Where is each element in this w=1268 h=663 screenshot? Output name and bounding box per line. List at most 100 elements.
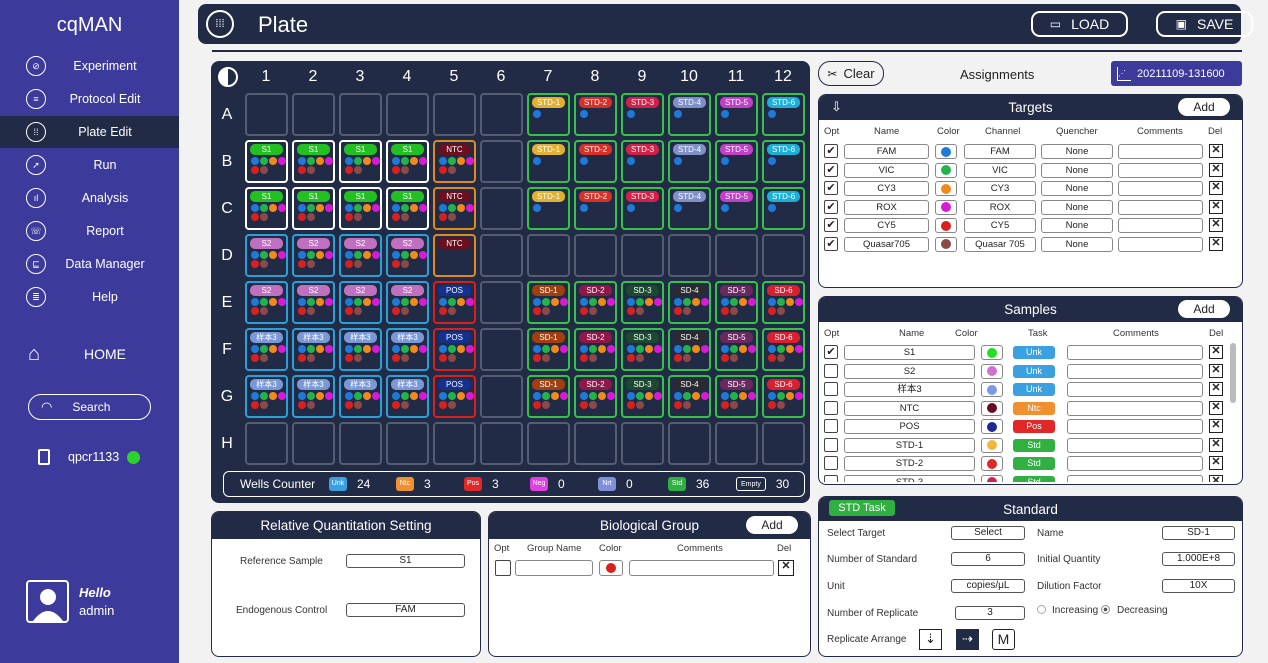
targets-add-button[interactable]: Add <box>1178 98 1230 116</box>
target-comments-field[interactable] <box>1118 199 1203 215</box>
well-F10[interactable]: SD-4 <box>668 328 711 371</box>
target-delete-icon[interactable]: ✕ <box>1209 218 1223 232</box>
sample-delete-icon[interactable]: ✕ <box>1209 363 1223 378</box>
row-header[interactable]: C <box>217 200 237 218</box>
well-G6[interactable] <box>480 375 523 418</box>
well-F8[interactable]: SD-2 <box>574 328 617 371</box>
well-H6[interactable] <box>480 422 523 465</box>
clear-button[interactable]: ✂ Clear <box>818 61 884 86</box>
well-E5[interactable]: POS <box>433 281 476 324</box>
sample-opt-checkbox[interactable] <box>824 400 838 415</box>
load-button[interactable]: ▭ LOAD <box>1031 11 1128 37</box>
sidebar-item-data-manager[interactable]: ⊑ Data Manager <box>0 248 179 280</box>
sample-comments-field[interactable] <box>1067 363 1203 379</box>
sample-comments-field[interactable] <box>1067 437 1203 453</box>
sample-opt-checkbox[interactable]: ✔ <box>824 345 838 359</box>
column-header[interactable]: 8 <box>572 68 618 86</box>
well-G9[interactable]: SD-3 <box>621 375 664 418</box>
target-opt-checkbox[interactable]: ✔ <box>824 199 838 214</box>
well-E7[interactable]: SD-1 <box>527 281 570 324</box>
std-task-tab[interactable]: STD Task <box>829 500 895 516</box>
well-H1[interactable] <box>245 422 288 465</box>
well-E8[interactable]: SD-2 <box>574 281 617 324</box>
user-profile[interactable]: Hello admin <box>26 580 114 623</box>
target-opt-checkbox[interactable]: ✔ <box>824 144 838 158</box>
sample-task-badge[interactable]: Pos <box>1013 420 1055 433</box>
well-C3[interactable]: S1 <box>339 187 382 230</box>
bio-opt-checkbox[interactable] <box>495 560 511 576</box>
sample-opt-checkbox[interactable] <box>824 456 838 470</box>
well-D6[interactable] <box>480 234 523 277</box>
well-F7[interactable]: SD-1 <box>527 328 570 371</box>
row-header[interactable]: F <box>217 341 237 359</box>
target-channel-field[interactable]: Quasar 705 <box>964 236 1036 252</box>
well-B2[interactable]: S1 <box>292 140 335 183</box>
home-button[interactable]: ⌂ HOME <box>0 343 179 367</box>
well-C4[interactable]: S1 <box>386 187 429 230</box>
samples-scrollbar[interactable] <box>1230 343 1236 403</box>
well-G2[interactable]: 样本3 <box>292 375 335 418</box>
row-header[interactable]: E <box>217 294 237 312</box>
column-header[interactable]: 4 <box>384 68 430 86</box>
sample-opt-checkbox[interactable] <box>824 419 838 433</box>
std-name-field[interactable]: SD-1 <box>1162 526 1235 540</box>
sample-name-field[interactable]: STD-1 <box>844 437 975 453</box>
well-B11[interactable]: STD-5 <box>715 140 758 183</box>
well-H8[interactable] <box>574 422 617 465</box>
sample-name-field[interactable]: 样本3 <box>844 382 975 397</box>
column-header[interactable]: 1 <box>243 68 289 86</box>
unit-field[interactable]: copies/μL <box>951 579 1025 593</box>
target-color-swatch[interactable] <box>935 181 957 196</box>
target-delete-icon[interactable]: ✕ <box>1209 199 1223 214</box>
well-F5[interactable]: POS <box>433 328 476 371</box>
well-G7[interactable]: SD-1 <box>527 375 570 418</box>
sample-color-swatch[interactable] <box>981 345 1003 360</box>
sample-delete-icon[interactable]: ✕ <box>1209 419 1223 433</box>
well-G1[interactable]: 样本3 <box>245 375 288 418</box>
row-header[interactable]: A <box>217 106 237 124</box>
well-H9[interactable] <box>621 422 664 465</box>
well-H4[interactable] <box>386 422 429 465</box>
target-opt-checkbox[interactable]: ✔ <box>824 162 838 177</box>
well-B4[interactable]: S1 <box>386 140 429 183</box>
arrange-m-button[interactable]: M <box>992 629 1015 650</box>
sample-delete-icon[interactable]: ✕ <box>1209 400 1223 415</box>
sample-delete-icon[interactable]: ✕ <box>1209 437 1223 452</box>
sample-task-badge[interactable]: Unk <box>1013 364 1055 378</box>
sample-comments-field[interactable] <box>1067 474 1203 482</box>
target-quencher-field[interactable]: None <box>1041 199 1113 215</box>
sample-delete-icon[interactable]: ✕ <box>1209 382 1223 396</box>
well-H5[interactable] <box>433 422 476 465</box>
sample-opt-checkbox[interactable] <box>824 474 838 482</box>
well-D1[interactable]: S2 <box>245 234 288 277</box>
well-B12[interactable]: STD-6 <box>762 140 805 183</box>
target-name-field[interactable]: VIC <box>844 162 929 178</box>
sample-color-swatch[interactable] <box>981 437 1003 453</box>
column-header[interactable]: 2 <box>290 68 336 86</box>
well-E11[interactable]: SD-5 <box>715 281 758 324</box>
row-header[interactable]: G <box>217 388 237 406</box>
well-D10[interactable] <box>668 234 711 277</box>
select-target-dropdown[interactable]: Select <box>951 526 1025 540</box>
well-B10[interactable]: STD-4 <box>668 140 711 183</box>
well-B5[interactable]: NTC <box>433 140 476 183</box>
sample-opt-checkbox[interactable] <box>824 363 838 378</box>
row-header[interactable]: D <box>217 247 237 265</box>
sample-task-badge[interactable]: Unk <box>1013 346 1055 359</box>
sidebar-item-protocol-edit[interactable]: ≡ Protocol Edit <box>0 83 179 115</box>
well-A11[interactable]: STD-5 <box>715 93 758 136</box>
well-D7[interactable] <box>527 234 570 277</box>
target-delete-icon[interactable]: ✕ <box>1209 181 1223 195</box>
target-channel-field[interactable]: CY5 <box>964 218 1036 233</box>
sample-color-swatch[interactable] <box>981 363 1003 379</box>
well-G5[interactable]: POS <box>433 375 476 418</box>
target-comments-field[interactable] <box>1118 144 1203 159</box>
column-header[interactable]: 7 <box>525 68 571 86</box>
column-header[interactable]: 5 <box>431 68 477 86</box>
increasing-radio[interactable] <box>1037 605 1046 614</box>
column-header[interactable]: 9 <box>619 68 665 86</box>
sample-delete-icon[interactable]: ✕ <box>1209 456 1223 470</box>
sample-task-badge[interactable]: Std <box>1013 457 1055 470</box>
target-comments-field[interactable] <box>1118 236 1203 252</box>
well-C1[interactable]: S1 <box>245 187 288 230</box>
